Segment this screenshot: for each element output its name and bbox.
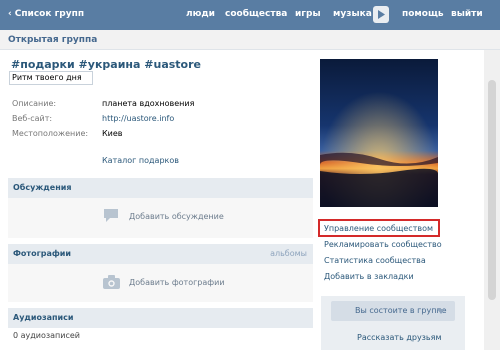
info-value-location: Киев	[102, 129, 123, 138]
audio-header[interactable]: Аудиозаписи	[8, 308, 313, 328]
membership-box: Вы состоите в группе Рассказать друзьям	[321, 296, 465, 350]
membership-dropdown[interactable]: Вы состоите в группе	[331, 301, 455, 321]
chevron-left-icon: ‹	[8, 9, 12, 19]
play-icon	[378, 10, 385, 19]
membership-label: Вы состоите в группе	[355, 306, 447, 315]
group-status: #подарки #украина #uastore	[11, 58, 201, 71]
highlight-box	[318, 219, 440, 237]
add-discussion-link[interactable]: Добавить обсуждение	[129, 212, 224, 221]
info-label-description: Описание:	[12, 99, 57, 108]
page-header: Открытая группа	[0, 30, 500, 50]
add-bookmark-link[interactable]: Добавить в закладки	[324, 272, 414, 281]
back-label: Список групп	[14, 9, 85, 19]
advertise-community-link[interactable]: Рекламировать сообщество	[324, 240, 442, 249]
albums-link[interactable]: альбомы	[270, 249, 307, 258]
nav-logout[interactable]: выйти	[451, 9, 483, 19]
info-value-description: планета вдохновения	[102, 99, 195, 108]
photos-header[interactable]: Фотографии альбомы	[8, 244, 313, 264]
tell-friends-link[interactable]: Рассказать друзьям	[357, 333, 442, 342]
page-title: Открытая группа	[8, 35, 98, 45]
website-link[interactable]: http://uastore.info	[102, 114, 174, 123]
info-label-website: Веб-сайт:	[12, 114, 53, 123]
info-label-location: Местоположение:	[12, 129, 89, 138]
camera-icon	[103, 275, 120, 289]
discussion-icon	[104, 209, 118, 222]
gift-catalog-link[interactable]: Каталог подарков	[102, 156, 179, 165]
group-subtitle: Ритм твоего дня	[12, 73, 82, 82]
add-photos-link[interactable]: Добавить фотографии	[129, 278, 225, 287]
audio-count: 0 аудиозаписей	[13, 331, 80, 340]
community-stats-link[interactable]: Статистика сообщества	[324, 256, 426, 265]
audio-body: 0 аудиозаписей	[8, 328, 313, 350]
chevron-down-icon	[437, 309, 445, 314]
scrollbar-thumb[interactable]	[488, 80, 496, 300]
discussions-title: Обсуждения	[13, 183, 72, 192]
nav-people[interactable]: люди	[186, 9, 215, 19]
top-navigation-bar: ‹ Список групп люди сообщества игры музык…	[0, 0, 500, 30]
nav-music[interactable]: музыка	[333, 9, 372, 19]
photos-title: Фотографии	[13, 249, 72, 258]
discussions-body: Добавить обсуждение	[8, 198, 313, 238]
nav-help[interactable]: помощь	[402, 9, 444, 19]
group-subtitle-box: Ритм твоего дня	[9, 71, 93, 85]
sunset-image	[320, 59, 438, 207]
nav-communities[interactable]: сообщества	[225, 9, 287, 19]
audio-title: Аудиозаписи	[13, 313, 74, 322]
nav-games[interactable]: игры	[295, 9, 321, 19]
music-play-button[interactable]	[373, 6, 389, 23]
group-avatar[interactable]	[320, 59, 438, 207]
back-to-groups-link[interactable]: ‹ Список групп	[8, 9, 84, 19]
photos-body: Добавить фотографии	[8, 264, 313, 302]
discussions-header[interactable]: Обсуждения	[8, 178, 313, 198]
